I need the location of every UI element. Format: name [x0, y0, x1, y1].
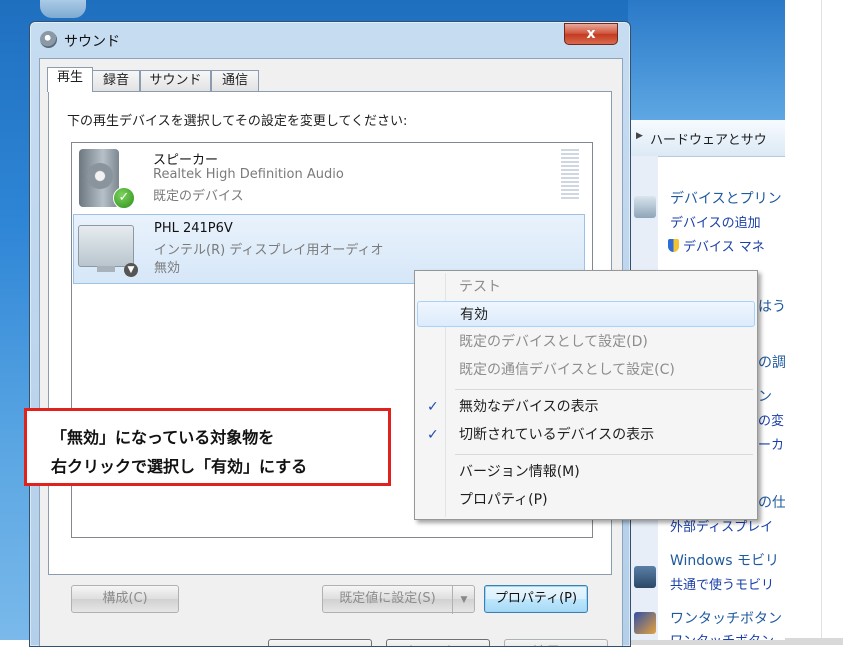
callout-line-2: 右クリックで選択し「有効」にする — [51, 457, 308, 476]
set-default-dropdown-icon[interactable]: ▼ — [452, 586, 475, 614]
menu-item-enable[interactable]: 有効 — [417, 301, 755, 327]
tab-recording[interactable]: 録音 — [92, 70, 140, 91]
tab-playback[interactable]: 再生 — [47, 67, 93, 92]
tab-sounds[interactable]: サウンド — [140, 70, 211, 91]
cp-add-device[interactable]: デバイスの追加 — [670, 212, 761, 231]
menu-item-label: 無効なデバイスの表示 — [459, 399, 599, 415]
check-icon: ✓ — [427, 427, 439, 443]
device-description: Realtek High Definition Audio — [153, 167, 344, 182]
cp-mobility-settings[interactable]: 共通で使うモビリ — [670, 574, 774, 593]
title-bar[interactable]: サウンド x — [30, 22, 630, 58]
menu-item-show-disabled[interactable]: ✓ 無効なデバイスの表示 — [417, 394, 755, 420]
default-check-icon: ✓ — [113, 187, 135, 209]
menu-item-set-default-comm[interactable]: 既定の通信デバイスとして設定(C) — [417, 357, 755, 383]
context-menu: テスト 有効 既定のデバイスとして設定(D) 既定の通信デバイスとして設定(C)… — [414, 270, 758, 520]
volume-level-meter — [561, 149, 579, 199]
printer-icon — [634, 196, 656, 218]
menu-item-label: プロパティ(P) — [459, 492, 548, 508]
cp-devices-printers[interactable]: デバイスとプリン — [670, 188, 782, 208]
breadcrumb-arrow-icon: ▶ — [636, 131, 643, 141]
cp-partial-3[interactable]: ン — [758, 386, 772, 406]
menu-item-version[interactable]: バージョン情報(M) — [417, 459, 755, 485]
cp-partial-4[interactable]: の変 — [758, 410, 784, 429]
cp-partial-5[interactable]: ーカ — [758, 434, 784, 453]
menu-item-label: 既定のデバイスとして設定(D) — [459, 334, 648, 350]
menu-item-label: バージョン情報(M) — [459, 464, 580, 480]
menu-item-label: 既定の通信デバイスとして設定(C) — [459, 362, 675, 378]
speaker-icon — [40, 31, 57, 48]
cp-one-touch-2[interactable]: ワンタッチボタン — [670, 630, 774, 640]
page-margin — [785, 0, 843, 645]
device-name: スピーカー — [153, 153, 219, 168]
ok-button[interactable]: OK — [268, 639, 372, 646]
cp-one-touch[interactable]: ワンタッチボタン — [670, 608, 782, 628]
menu-item-test[interactable]: テスト — [417, 274, 755, 300]
cp-partial-2[interactable]: の調 — [758, 352, 785, 372]
instruction-text: 下の再生デバイスを選択してその設定を変更してください: — [67, 114, 408, 129]
monitor-device-icon — [78, 225, 134, 272]
cp-device-manager-label: デバイス マネ — [683, 240, 765, 255]
tab-communications[interactable]: 通信 — [211, 70, 259, 91]
cp-partial-1[interactable]: はう — [758, 296, 785, 316]
breadcrumb[interactable]: ▶ ハードウェアとサウ — [628, 120, 785, 157]
cp-device-manager[interactable]: デバイス マネ — [668, 236, 765, 255]
callout-line-1: 「無効」になっている対象物を — [51, 428, 275, 447]
divider — [821, 0, 822, 645]
check-icon: ✓ — [427, 399, 439, 415]
breadcrumb-text[interactable]: ハードウェアとサウ — [650, 129, 767, 148]
menu-item-label: 切断されているデバイスの表示 — [459, 427, 655, 443]
cp-windows-mobility[interactable]: Windows モビリ — [670, 550, 779, 570]
mobility-center-icon — [634, 566, 656, 588]
device-item-speaker[interactable]: ✓ スピーカー Realtek High Definition Audio 既定… — [73, 143, 585, 213]
menu-item-label: テスト — [459, 279, 501, 295]
menu-item-show-disconnected[interactable]: ✓ 切断されているデバイスの表示 — [417, 422, 755, 448]
shield-icon — [668, 239, 679, 252]
dialog-title: サウンド — [64, 34, 120, 50]
device-status: 既定のデバイス — [153, 189, 244, 204]
menu-item-properties[interactable]: プロパティ(P) — [417, 487, 755, 513]
one-touch-button-icon — [634, 612, 656, 634]
recycle-bin-icon[interactable] — [40, 0, 86, 18]
properties-button[interactable]: プロパティ(P) — [484, 585, 588, 613]
control-panel-header — [628, 0, 785, 120]
menu-item-label: 有効 — [460, 307, 488, 323]
cp-partial-6[interactable]: の仕 — [758, 492, 785, 512]
menu-item-set-default[interactable]: 既定のデバイスとして設定(D) — [417, 329, 755, 355]
menu-separator — [455, 389, 753, 390]
disabled-arrow-icon: ▼ — [124, 263, 138, 277]
menu-separator — [455, 454, 753, 455]
cancel-button[interactable]: キャンセル — [386, 639, 490, 646]
configure-button[interactable]: 構成(C) — [71, 585, 179, 613]
device-name: PHL 241P6V — [154, 221, 233, 236]
close-button[interactable]: x — [564, 23, 618, 45]
device-description: インテル(R) ディスプレイ用オーディオ — [154, 243, 384, 258]
instruction-callout: 「無効」になっている対象物を 右クリックで選択し「有効」にする — [24, 408, 391, 486]
apply-button[interactable]: 適用(A) — [504, 639, 608, 646]
device-status: 無効 — [154, 261, 181, 276]
